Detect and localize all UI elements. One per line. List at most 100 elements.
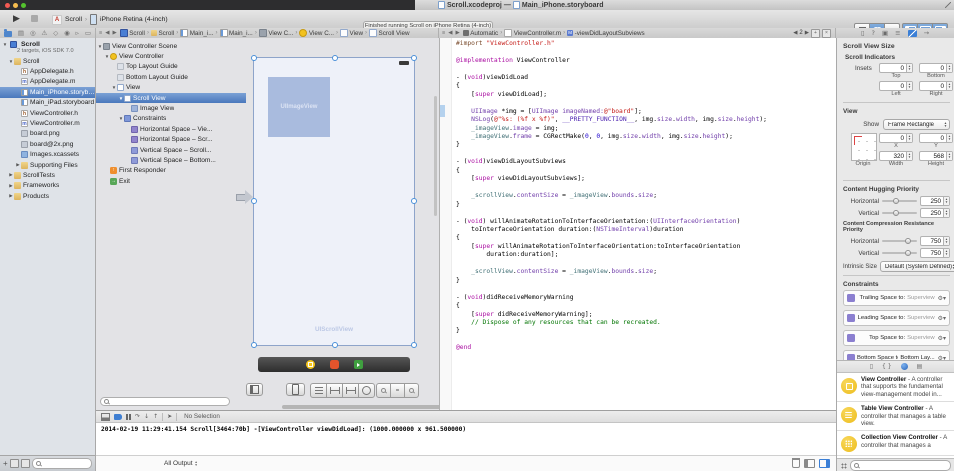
priority-slider[interactable]	[882, 212, 917, 214]
counter-prev-icon[interactable]: ◀	[793, 30, 797, 36]
priority-slider[interactable]	[882, 240, 917, 242]
outline-row[interactable]: Top Layout Guide	[96, 62, 246, 72]
file-row[interactable]: board@2x.png	[0, 139, 95, 149]
constraint-row[interactable]: Leading Space to:Superview⚙▾	[843, 310, 950, 326]
priority-field[interactable]: 750▲▼	[920, 248, 950, 258]
stepper[interactable]: ▲▼	[943, 249, 949, 257]
navigator-filter-field[interactable]	[32, 458, 92, 469]
inset-field[interactable]: 0▲▼	[919, 63, 953, 73]
back-icon[interactable]: ◀	[448, 30, 452, 36]
device-size-toggle-button[interactable]	[286, 383, 305, 396]
project-row[interactable]: ▼ Scroll 2 targets, iOS SDK 7.0	[0, 38, 95, 56]
align-button[interactable]	[310, 383, 327, 398]
attributes-inspector-icon[interactable]: ≡	[895, 29, 900, 37]
close-assistant-editor-icon[interactable]: ×	[822, 29, 831, 38]
jumpbar-item[interactable]: Main_i...	[180, 29, 213, 37]
search-navigator-icon[interactable]: ◎	[30, 28, 36, 38]
outline-row[interactable]: Horizontal Space – Scr...	[96, 135, 246, 145]
jumpbar-item[interactable]: Scroll View	[369, 29, 410, 37]
close-window-icon[interactable]	[5, 3, 10, 8]
first-responder-dock-icon[interactable]	[330, 360, 339, 369]
connections-inspector-icon[interactable]: →	[924, 29, 929, 37]
simulate-location-icon[interactable]: ➤	[167, 412, 172, 422]
back-icon[interactable]: ◀	[105, 30, 109, 36]
inset-field[interactable]: 0▲▼	[879, 81, 913, 91]
canvas-vertical-scrollbar[interactable]	[434, 96, 437, 216]
debug-navigator-icon[interactable]: ◉	[64, 28, 70, 38]
slider-thumb[interactable]	[893, 210, 899, 216]
recent-filter-icon[interactable]	[10, 459, 19, 468]
zoom-window-icon[interactable]	[21, 3, 26, 8]
priority-slider[interactable]	[882, 200, 917, 202]
stepper[interactable]: ▲▼	[946, 82, 952, 90]
scm-filter-icon[interactable]	[21, 459, 30, 468]
view-controller-canvas[interactable]: UIImageView UIScrollView	[253, 57, 415, 346]
hide-debug-area-icon[interactable]	[101, 413, 110, 421]
zoom-out-icon[interactable]	[376, 383, 391, 398]
debug-selection-label[interactable]: No Selection	[184, 413, 220, 420]
constraint-row[interactable]: Top Space to:Superview⚙▾	[843, 330, 950, 346]
stepper[interactable]: ▲▼	[906, 64, 912, 72]
outline-row[interactable]: Vertical Space – Bottom...	[96, 155, 246, 165]
outline-toggle-button[interactable]	[246, 383, 263, 396]
breakpoints-navigator-icon[interactable]: ▹	[76, 28, 79, 38]
stepper[interactable]: ▲▼	[943, 197, 949, 205]
file-row[interactable]: ▶ScrollTests	[0, 170, 95, 180]
clear-console-icon[interactable]	[792, 459, 800, 468]
file-row[interactable]: ▶Frameworks	[0, 181, 95, 191]
resize-handle[interactable]	[411, 342, 417, 348]
priority-field[interactable]: 250▲▼	[920, 208, 950, 218]
zoom-in-icon[interactable]	[404, 383, 419, 398]
identity-inspector-icon[interactable]: ▣	[882, 29, 888, 37]
step-over-icon[interactable]: ↷	[135, 412, 140, 422]
jumpbar-item[interactable]: Scroll	[151, 30, 174, 37]
jumpbar-item[interactable]: View C...	[299, 29, 334, 37]
stepper[interactable]: ▲▼	[906, 152, 912, 160]
inset-field[interactable]: 0▲▼	[919, 81, 953, 91]
related-items-icon[interactable]: ≡	[99, 30, 102, 36]
slider-thumb[interactable]	[905, 238, 911, 244]
counter-next-icon[interactable]: ▶	[805, 30, 809, 36]
jumpbar-item[interactable]: View C...	[259, 29, 294, 37]
gear-icon[interactable]: ⚙▾	[938, 295, 946, 302]
image-view[interactable]: UIImageView	[268, 77, 330, 137]
resize-handle[interactable]	[251, 55, 257, 61]
constraint-row[interactable]: Trailing Space to:Superview⚙▾	[843, 290, 950, 306]
minimize-window-icon[interactable]	[13, 3, 18, 8]
log-navigator-icon[interactable]: ▭	[85, 28, 91, 38]
resize-handle[interactable]	[411, 55, 417, 61]
pin-button[interactable]	[326, 383, 343, 398]
breakpoints-toggle-icon[interactable]	[114, 414, 122, 420]
tests-navigator-icon[interactable]: ◇	[53, 28, 58, 38]
slider-thumb[interactable]	[893, 198, 899, 204]
step-out-icon[interactable]: ↑	[153, 412, 158, 422]
stepper[interactable]: ▲▼	[906, 82, 912, 90]
file-row[interactable]: mViewController.m	[0, 118, 95, 128]
code-snippets-library-icon[interactable]: { }	[882, 363, 892, 370]
resolve-issues-button[interactable]	[358, 383, 375, 398]
initial-view-controller-arrow[interactable]	[236, 190, 253, 204]
source-code[interactable]: #import "ViewController.h" @implementati…	[456, 40, 767, 353]
canvas-horizontal-scrollbar[interactable]	[282, 405, 440, 409]
pin-edges-button[interactable]	[342, 383, 359, 398]
pause-icon[interactable]	[126, 414, 131, 420]
stepper[interactable]: ▲▼	[906, 134, 912, 142]
media-library-icon[interactable]: ▤	[917, 363, 923, 370]
jumpbar-item[interactable]: Automatic	[463, 30, 499, 37]
resize-handle[interactable]	[332, 55, 338, 61]
stepper[interactable]: ▲▼	[943, 209, 949, 217]
jumpbar-item[interactable]: View	[340, 29, 363, 37]
slider-thumb[interactable]	[905, 250, 911, 256]
stepper[interactable]: ▲▼	[946, 64, 952, 72]
library-item[interactable]: View Controller - A controller that supp…	[837, 373, 954, 402]
stepper[interactable]: ▲▼	[943, 237, 949, 245]
file-row[interactable]: Main_iPad.storyboard	[0, 98, 95, 108]
outline-row[interactable]: ▼View Controller	[96, 51, 246, 61]
outline-row[interactable]: ▼Constraints	[96, 114, 246, 124]
frame-field[interactable]: 0▲▼	[879, 133, 913, 143]
outline-row[interactable]: ▼View	[96, 83, 246, 93]
priority-slider[interactable]	[882, 252, 917, 254]
jumpbar-item[interactable]: M-viewDidLayoutSubviews	[567, 30, 645, 37]
project-navigator-icon[interactable]	[4, 31, 12, 37]
library-item[interactable]: Table View Controller - A controller tha…	[837, 402, 954, 431]
